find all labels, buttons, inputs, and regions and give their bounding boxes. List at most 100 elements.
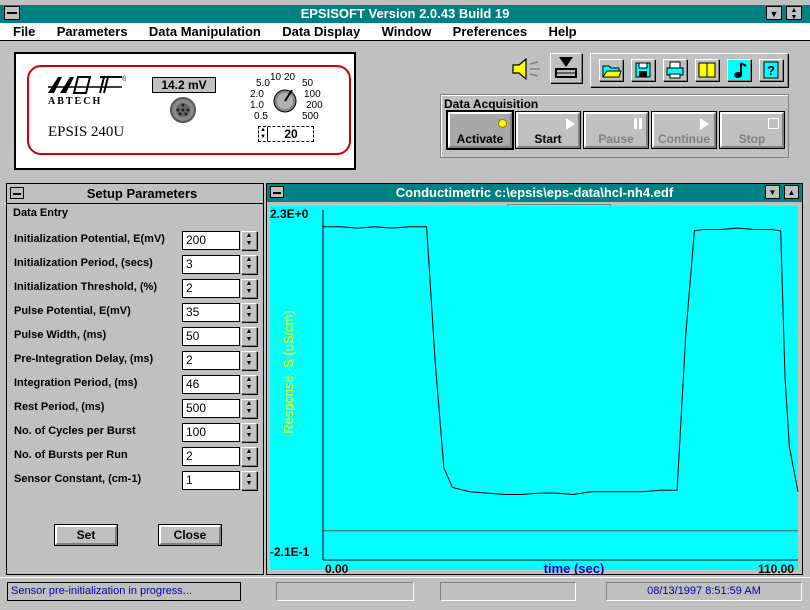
print-icon[interactable] — [663, 59, 687, 81]
menu-parameters[interactable]: Parameters — [57, 23, 128, 41]
dial-tick-200: 200 — [306, 100, 323, 111]
pause-icon — [634, 118, 637, 129]
status-pane-2 — [276, 582, 414, 601]
setup-field-stepper-icon[interactable]: ▲ ▼ — [241, 399, 257, 418]
setup-system-menu-button[interactable] — [10, 187, 24, 199]
help-question-icon[interactable]: ? — [759, 59, 783, 81]
acquisition-buttons: Activate Start Pause Continue Stop — [446, 110, 786, 152]
setup-field-stepper-icon[interactable]: ▲ ▼ — [241, 279, 257, 298]
dial-tick-1.0: 1.0 — [250, 100, 264, 111]
connector-icon — [170, 97, 196, 123]
setup-field-label: Initialization Potential, E(mV) — [14, 233, 165, 245]
continue-button[interactable]: Continue — [651, 111, 717, 149]
x-axis-title: time (sec) — [544, 561, 605, 574]
book-icon[interactable] — [695, 59, 719, 81]
pause-button[interactable]: Pause — [583, 111, 649, 149]
range-value: 20 — [284, 127, 298, 141]
setup-field-input[interactable]: 100 — [182, 423, 240, 442]
setup-field-input[interactable]: 50 — [182, 327, 240, 346]
close-button[interactable]: Close — [158, 524, 222, 546]
setup-title: Setup Parameters — [86, 186, 198, 201]
setup-field-input[interactable]: 46 — [182, 375, 240, 394]
range-stepper-arrows-icon[interactable]: ▲ ▼ — [259, 127, 268, 141]
menu-bar: File Parameters Data Manipulation Data D… — [0, 23, 810, 41]
restore-button[interactable]: ▲ ▼ — [786, 6, 802, 21]
stop-button-label: Stop — [738, 132, 766, 146]
setup-field-stepper-icon[interactable]: ▲ ▼ — [241, 375, 257, 394]
open-folder-icon[interactable] — [599, 59, 623, 81]
continue-icon — [700, 118, 709, 130]
setup-field-input[interactable]: 200 — [182, 231, 240, 250]
setup-field-input[interactable]: 2 — [182, 447, 240, 466]
setup-field-row: Pulse Potential, E(mV) 35 ▲ ▼ — [7, 303, 263, 323]
setup-field-input[interactable]: 35 — [182, 303, 240, 322]
speaker-icon[interactable] — [510, 56, 544, 82]
setup-field-input[interactable]: 2 — [182, 351, 240, 370]
setup-field-label: Initialization Period, (secs) — [14, 257, 153, 269]
setup-field-stepper-icon[interactable]: ▲ ▼ — [241, 231, 257, 250]
setup-field-input[interactable]: 3 — [182, 255, 240, 274]
range-dial[interactable]: 5.0 10 20 50 2.0 100 1.0 200 0.5 500 — [246, 72, 328, 124]
plot-system-menu-button[interactable] — [270, 186, 284, 198]
setup-field-row: Initialization Threshold, (%) 2 ▲ ▼ — [7, 279, 263, 299]
start-button[interactable]: Start — [515, 111, 581, 149]
music-note-icon[interactable] — [727, 59, 751, 81]
setup-field-stepper-icon[interactable]: ▲ ▼ — [241, 351, 257, 370]
chart-background — [270, 206, 798, 570]
setup-field-row: No. of Bursts per Run 2 ▲ ▼ — [7, 447, 263, 467]
menu-data-manipulation[interactable]: Data Manipulation — [149, 23, 261, 41]
setup-field-input[interactable]: 2 — [182, 279, 240, 298]
activate-led-icon — [498, 119, 507, 128]
setup-field-label: Pre-Integration Delay, (ms) — [14, 353, 154, 365]
setup-field-stepper-icon[interactable]: ▲ ▼ — [241, 255, 257, 274]
menu-data-display[interactable]: Data Display — [282, 23, 360, 41]
dial-knob-icon — [273, 89, 297, 113]
setup-field-input[interactable]: 1 — [182, 471, 240, 490]
menu-preferences[interactable]: Preferences — [453, 23, 527, 41]
setup-field-label: Sensor Constant, (cm-1) — [14, 473, 142, 485]
plot-maximize-button[interactable]: ▲ — [784, 185, 799, 199]
setup-field-label: No. of Bursts per Run — [14, 449, 128, 461]
menu-window[interactable]: Window — [382, 23, 432, 41]
setup-field-stepper-icon[interactable]: ▲ ▼ — [241, 303, 257, 322]
setup-field-label: No. of Cycles per Burst — [14, 425, 136, 437]
plot-window: Conductimetric c:\epsis\eps-data\hcl-nh4… — [266, 183, 803, 575]
status-pane-3 — [440, 582, 576, 601]
setup-field-stepper-icon[interactable]: ▲ ▼ — [241, 447, 257, 466]
minimize-button[interactable]: ▼ — [766, 6, 782, 20]
setup-field-stepper-icon[interactable]: ▲ ▼ — [241, 471, 257, 490]
plot-title-bar[interactable]: Conductimetric c:\epsis\eps-data\hcl-nh4… — [267, 184, 802, 202]
app-title: EPSISOFT Version 2.0.43 Build 19 — [300, 6, 510, 21]
pause-button-label: Pause — [598, 132, 634, 146]
set-button[interactable]: Set — [54, 524, 118, 546]
activate-button[interactable]: Activate — [446, 110, 514, 150]
dial-tick-0.5: 0.5 — [254, 111, 268, 122]
x-min-label: 0.00 — [325, 562, 349, 574]
setup-field-stepper-icon[interactable]: ▲ ▼ — [241, 423, 257, 442]
setup-field-row: Sensor Constant, (cm-1) 1 ▲ ▼ — [7, 471, 263, 491]
menu-help[interactable]: Help — [548, 23, 576, 41]
transfer-icon[interactable] — [550, 53, 582, 83]
setup-field-input[interactable]: 500 — [182, 399, 240, 418]
activate-button-label: Activate — [456, 132, 504, 146]
stop-button[interactable]: Stop — [719, 111, 785, 149]
setup-field-row: Pulse Width, (ms) 50 ▲ ▼ — [7, 327, 263, 347]
setup-field-stepper-icon[interactable]: ▲ ▼ — [241, 327, 257, 346]
dial-tick-20: 20 — [284, 72, 296, 83]
save-disk-icon[interactable] — [631, 59, 655, 81]
plot-minimize-button[interactable]: ▼ — [765, 185, 780, 199]
stop-icon — [768, 118, 779, 129]
setup-field-label: Rest Period, (ms) — [14, 401, 105, 413]
dial-tick-2.0: 2.0 — [250, 89, 264, 100]
setup-field-label: Initialization Threshold, (%) — [14, 281, 157, 293]
setup-field-label: Pulse Width, (ms) — [14, 329, 107, 341]
setup-field-row: Initialization Period, (secs) 3 ▲ ▼ — [7, 255, 263, 275]
start-play-icon — [566, 118, 575, 130]
setup-title-bar[interactable]: Setup Parameters — [7, 184, 263, 204]
dial-tick-5.0: 5.0 — [256, 78, 270, 89]
system-menu-button[interactable] — [4, 6, 20, 20]
menu-file[interactable]: File — [13, 23, 35, 41]
range-stepper[interactable]: ▲ ▼ 20 — [258, 126, 314, 142]
y-axis-title: Response, S (uS/cm) — [281, 310, 296, 434]
millivolt-readout: 14.2 mV — [152, 77, 216, 93]
